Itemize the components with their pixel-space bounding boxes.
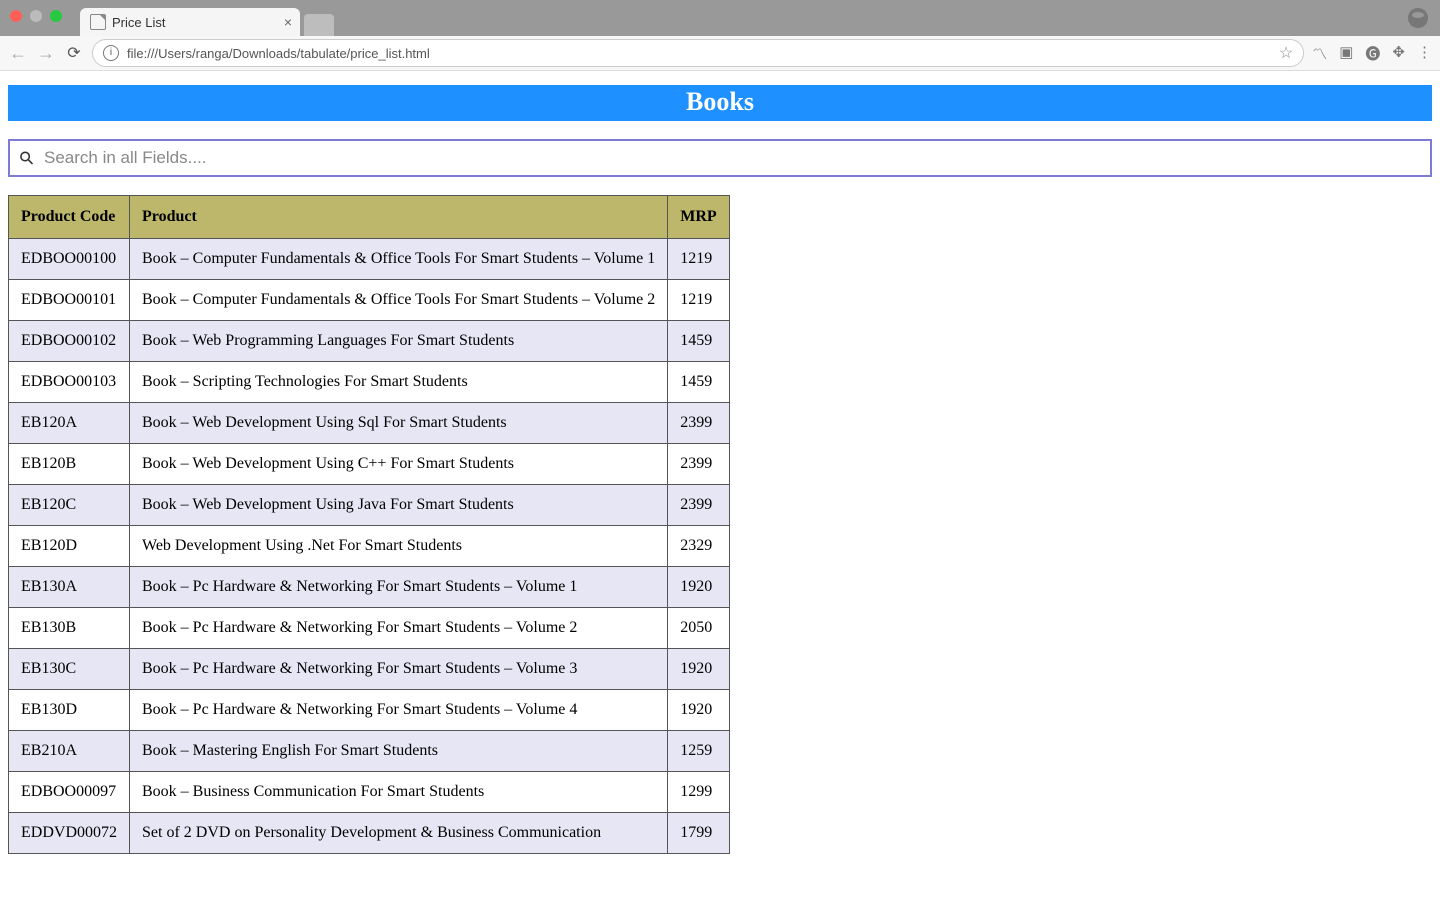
table-header-row: Product Code Product MRP (9, 196, 730, 239)
table-row: EDBOO00101Book – Computer Fundamentals &… (9, 280, 730, 321)
table-row: EDBOO00100Book – Computer Fundamentals &… (9, 239, 730, 280)
table-row: EB130CBook – Pc Hardware & Networking Fo… (9, 649, 730, 690)
address-bar[interactable]: i file:///Users/ranga/Downloads/tabulate… (92, 39, 1304, 67)
cell-mrp: 2329 (668, 526, 729, 567)
cell-product-code: EDBOO00100 (9, 239, 130, 280)
price-table: Product Code Product MRP EDBOO00100Book … (8, 195, 730, 854)
browser-tab-active[interactable]: Price List × (80, 8, 300, 36)
cell-product: Book – Computer Fundamentals & Office To… (130, 239, 668, 280)
cell-product-code: EDDVD00072 (9, 813, 130, 854)
cell-product-code: EB120A (9, 403, 130, 444)
cell-mrp: 1459 (668, 362, 729, 403)
cell-product-code: EB120C (9, 485, 130, 526)
cell-product: Web Development Using .Net For Smart Stu… (130, 526, 668, 567)
cell-product: Book – Web Programming Languages For Sma… (130, 321, 668, 362)
window-zoom-button[interactable] (50, 10, 62, 22)
cell-mrp: 2050 (668, 608, 729, 649)
forward-button[interactable]: → (36, 43, 56, 64)
new-tab-button[interactable] (304, 14, 334, 36)
translate-icon[interactable]: 🅖 (1365, 43, 1380, 64)
cell-mrp: 1219 (668, 280, 729, 321)
table-row: EB120CBook – Web Development Using Java … (9, 485, 730, 526)
cell-mrp: 1259 (668, 731, 729, 772)
cell-mrp: 1219 (668, 239, 729, 280)
cell-mrp: 1920 (668, 567, 729, 608)
browser-toolbar: ← → ⟳ i file:///Users/ranga/Downloads/ta… (0, 36, 1440, 71)
cell-product-code: EB210A (9, 731, 130, 772)
cell-mrp: 2399 (668, 444, 729, 485)
cell-product-code: EB130D (9, 690, 130, 731)
table-row: EDBOO00102Book – Web Programming Languag… (9, 321, 730, 362)
col-header-mrp[interactable]: MRP (668, 196, 729, 239)
search-field-wrapper[interactable]: ⚲ (8, 139, 1432, 177)
table-row: EDBOO00097Book – Business Communication … (9, 772, 730, 813)
cell-product-code: EB130A (9, 567, 130, 608)
tab-close-icon[interactable]: × (284, 15, 292, 29)
cell-product: Book – Pc Hardware & Networking For Smar… (130, 649, 668, 690)
cell-product-code: EDBOO00103 (9, 362, 130, 403)
cell-product: Set of 2 DVD on Personality Development … (130, 813, 668, 854)
profile-avatar-icon[interactable] (1408, 8, 1428, 28)
cell-product: Book – Computer Fundamentals & Office To… (130, 280, 668, 321)
table-row: EDBOO00103Book – Scripting Technologies … (9, 362, 730, 403)
toolbar-icon-group: 〽 ▣ 🅖 ✥ ⋮ (1312, 43, 1432, 64)
table-row: EB120BBook – Web Development Using C++ F… (9, 444, 730, 485)
bookmark-star-icon[interactable]: ☆ (1279, 43, 1293, 63)
table-row: EB130ABook – Pc Hardware & Networking Fo… (9, 567, 730, 608)
cell-product-code: EDBOO00101 (9, 280, 130, 321)
cell-product-code: EDBOO00102 (9, 321, 130, 362)
table-row: EB130DBook – Pc Hardware & Networking Fo… (9, 690, 730, 731)
window-minimize-button[interactable] (30, 10, 42, 22)
panel-extension-icon[interactable]: ▣ (1339, 43, 1353, 64)
table-row: EB130BBook – Pc Hardware & Networking Fo… (9, 608, 730, 649)
cell-product-code: EB130C (9, 649, 130, 690)
cell-product: Book – Web Development Using C++ For Sma… (130, 444, 668, 485)
cell-product-code: EB120B (9, 444, 130, 485)
cell-mrp: 2399 (668, 485, 729, 526)
cell-product: Book – Mastering English For Smart Stude… (130, 731, 668, 772)
cell-product: Book – Pc Hardware & Networking For Smar… (130, 567, 668, 608)
cell-product: Book – Pc Hardware & Networking For Smar… (130, 608, 668, 649)
cell-product-code: EDBOO00097 (9, 772, 130, 813)
site-info-icon[interactable]: i (103, 45, 119, 61)
cell-mrp: 1920 (668, 690, 729, 731)
cell-product-code: EB120D (9, 526, 130, 567)
table-row: EB120ABook – Web Development Using Sql F… (9, 403, 730, 444)
col-header-code[interactable]: Product Code (9, 196, 130, 239)
window-close-button[interactable] (10, 10, 22, 22)
cell-mrp: 1459 (668, 321, 729, 362)
cell-product: Book – Scripting Technologies For Smart … (130, 362, 668, 403)
window-controls (10, 10, 62, 22)
browser-tab-title: Price List (112, 15, 290, 30)
cell-product: Book – Pc Hardware & Networking For Smar… (130, 690, 668, 731)
address-bar-url: file:///Users/ranga/Downloads/tabulate/p… (127, 46, 1271, 61)
cell-mrp: 1799 (668, 813, 729, 854)
puzzle-extension-icon[interactable]: ✥ (1392, 43, 1405, 64)
col-header-product[interactable]: Product (130, 196, 668, 239)
cell-mrp: 1299 (668, 772, 729, 813)
browser-tab-strip: Price List × (0, 0, 1440, 36)
cell-product: Book – Web Development Using Java For Sm… (130, 485, 668, 526)
cell-mrp: 1920 (668, 649, 729, 690)
page-title-banner: Books (8, 85, 1432, 121)
table-row: EB120DWeb Development Using .Net For Sma… (9, 526, 730, 567)
table-row: EDDVD00072Set of 2 DVD on Personality De… (9, 813, 730, 854)
cell-product-code: EB130B (9, 608, 130, 649)
page-content: Books ⚲ Product Code Product MRP EDBOO00… (0, 71, 1440, 854)
cell-mrp: 2399 (668, 403, 729, 444)
search-input[interactable] (38, 147, 1424, 169)
trend-extension-icon[interactable]: 〽 (1312, 43, 1327, 64)
cell-product: Book – Web Development Using Sql For Sma… (130, 403, 668, 444)
table-row: EB210ABook – Mastering English For Smart… (9, 731, 730, 772)
reload-button[interactable]: ⟳ (64, 43, 84, 63)
kebab-menu-icon[interactable]: ⋮ (1417, 43, 1432, 64)
file-page-icon (90, 14, 106, 30)
back-button[interactable]: ← (8, 43, 28, 64)
cell-product: Book – Business Communication For Smart … (130, 772, 668, 813)
